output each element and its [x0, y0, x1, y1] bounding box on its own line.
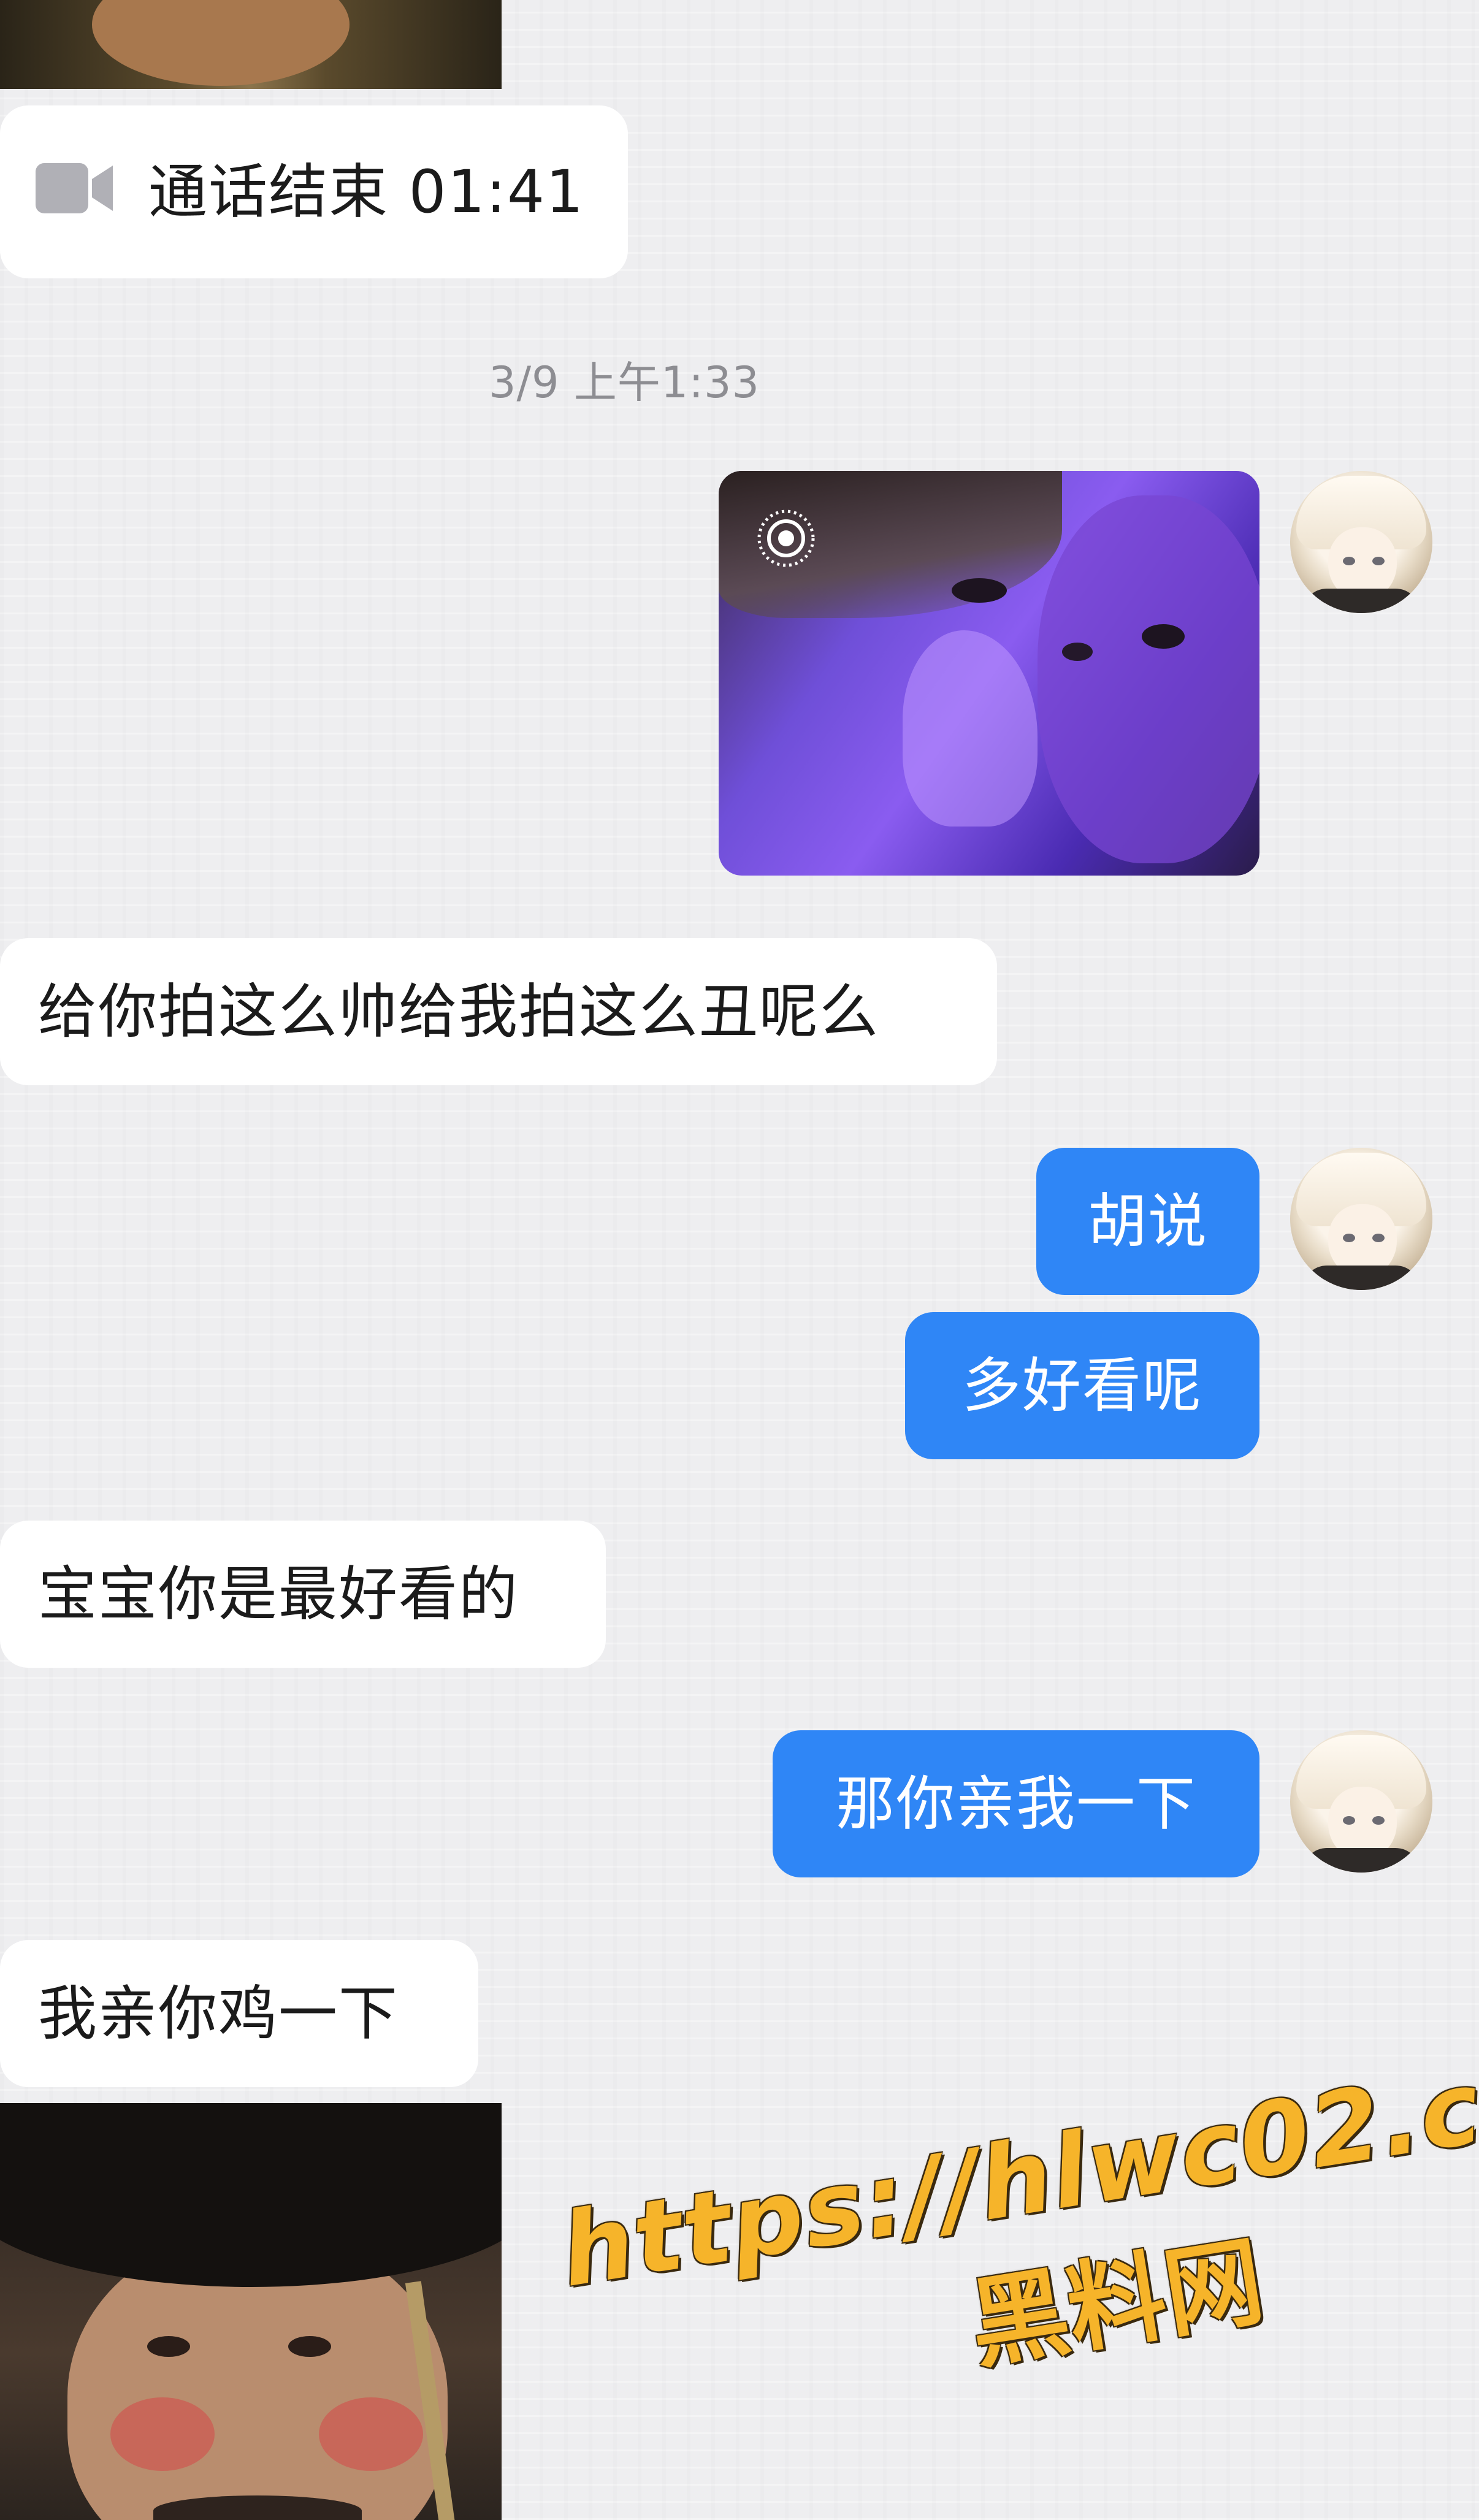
sent-message[interactable]: 多好看呢 [905, 1312, 1259, 1459]
message-text: 给你拍这么帅给我拍这么丑呢么 [38, 977, 879, 1046]
message-text: 我亲你鸡一下 [38, 1979, 399, 2048]
message-text: 多好看呢 [962, 1351, 1202, 1420]
message-text: 那你亲我一下 [836, 1770, 1196, 1838]
avatar[interactable] [1290, 1148, 1432, 1290]
received-image[interactable] [0, 2103, 502, 2520]
avatar[interactable] [1290, 471, 1432, 613]
received-message[interactable]: 宝宝你是最好看的 [0, 1521, 606, 1668]
sent-image[interactable] [719, 471, 1259, 876]
message-text: 胡说 [1088, 1187, 1208, 1256]
sent-message[interactable]: 那你亲我一下 [773, 1730, 1259, 1877]
message-timestamp: 3/9 上午1:33 [488, 357, 760, 408]
sent-message[interactable]: 胡说 [1036, 1148, 1259, 1295]
received-image-top[interactable] [0, 0, 502, 89]
video-camera-icon [36, 163, 113, 213]
message-text: 宝宝你是最好看的 [38, 1560, 519, 1628]
received-message[interactable]: 给你拍这么帅给我拍这么丑呢么 [0, 938, 997, 1085]
avatar[interactable] [1290, 1730, 1432, 1873]
live-photo-icon[interactable] [755, 508, 817, 569]
received-message[interactable]: 我亲你鸡一下 [0, 1940, 478, 2087]
call-record-text: 通话结束 01:41 [148, 158, 585, 226]
